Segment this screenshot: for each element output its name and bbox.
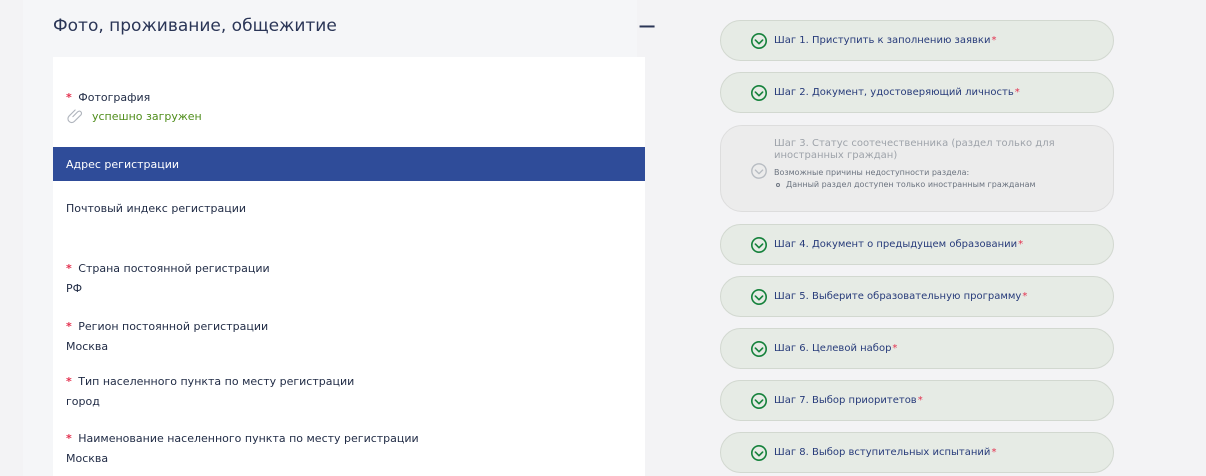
photo-field: * Фотография успешно загружен [66, 91, 202, 124]
check-circle-icon [750, 444, 768, 461]
step-2-label-row: Шаг 2. Документ, удостоверяющий личность… [774, 87, 1020, 99]
city-name-label: Наименование населенного пункта по месту… [78, 432, 419, 445]
region-field[interactable]: * Регион постоянной регистрации Москва [66, 320, 268, 354]
city-type-label: Тип населенного пункта по месту регистра… [78, 375, 355, 388]
step-6[interactable]: Шаг 6. Целевой набор* [720, 328, 1114, 369]
required-marker: * [1014, 86, 1020, 98]
check-circle-icon [751, 163, 767, 179]
step-8[interactable]: Шаг 8. Выбор вступительных испытаний* [720, 432, 1114, 473]
country-value: РФ [66, 282, 83, 295]
required-marker: * [66, 432, 72, 445]
photo-label: Фотография [78, 91, 151, 104]
photo-upload-success-text: успешно загружен [92, 109, 202, 123]
step-1-label-row: Шаг 1. Приступить к заполнению заявки* [774, 35, 996, 47]
registration-address-header: Адрес регистрации [53, 147, 645, 181]
check-circle-icon [750, 236, 768, 253]
region-label-row: * Регион постоянной регистрации [66, 320, 268, 334]
step-3-title-line-1: Шаг 3. Статус соотечественника (раздел т… [774, 138, 1055, 149]
section-title: Фото, проживание, общежитие [53, 16, 337, 36]
step-3-content: Шаг 3. Статус соотечественника (раздел т… [774, 138, 1055, 190]
step-4-label: Шаг 4. Документ о предыдущем образовании [774, 238, 1018, 250]
region-label: Регион постоянной регистрации [78, 320, 269, 333]
check-circle-icon [750, 340, 768, 357]
required-marker: * [66, 375, 72, 388]
city-name-value: Москва [66, 452, 109, 465]
step-3-title-line-2: иностранных граждан) [774, 150, 898, 161]
photo-label-row: * Фотография [66, 91, 150, 105]
step-2[interactable]: Шаг 2. Документ, удостоверяющий личность… [720, 72, 1114, 113]
step-6-label: Шаг 6. Целевой набор [774, 342, 892, 354]
check-circle-icon [750, 288, 768, 305]
required-marker: * [1022, 290, 1028, 302]
required-marker: * [66, 262, 72, 275]
step-8-label-row: Шаг 8. Выбор вступительных испытаний* [774, 447, 996, 459]
step-4[interactable]: Шаг 4. Документ о предыдущем образовании… [720, 224, 1114, 265]
step-3-reasons-title: Возможные причины недоступности раздела: [774, 168, 970, 177]
photo-upload-status[interactable]: успешно загружен [66, 107, 202, 125]
country-label: Страна постоянной регистрации [78, 262, 270, 275]
required-marker: * [991, 446, 997, 458]
collapse-section-button[interactable]: − [637, 14, 657, 38]
registration-form: * Фотография успешно загружен Адрес реги… [53, 57, 645, 476]
city-type-value: город [66, 395, 100, 408]
step-3-disabled: Шаг 3. Статус соотечественника (раздел т… [720, 125, 1114, 212]
postal-index-label: Почтовый индекс регистрации [66, 202, 246, 215]
step-3-disabled-reasons: Возможные причины недоступности раздела:… [774, 168, 1055, 190]
required-marker: * [66, 91, 72, 104]
step-1[interactable]: Шаг 1. Приступить к заполнению заявки* [720, 20, 1114, 61]
step-2-label: Шаг 2. Документ, удостоверяющий личность [774, 86, 1014, 98]
country-field[interactable]: * Страна постоянной регистрации РФ [66, 262, 270, 296]
postal-index-field[interactable]: Почтовый индекс регистрации [66, 202, 246, 216]
step-5-label: Шаг 5. Выберите образовательную программ… [774, 290, 1022, 302]
city-name-field[interactable]: * Наименование населенного пункта по мес… [66, 432, 419, 466]
step-5[interactable]: Шаг 5. Выберите образовательную программ… [720, 276, 1114, 317]
check-circle-icon [750, 84, 768, 101]
city-name-label-row: * Наименование населенного пункта по мес… [66, 432, 419, 446]
required-marker: * [917, 394, 923, 406]
step-7-label-row: Шаг 7. Выбор приоритетов* [774, 395, 923, 407]
step-3-reason-item: Данный раздел доступен только иностранны… [774, 180, 1055, 190]
required-marker: * [892, 342, 898, 354]
city-type-field[interactable]: * Тип населенного пункта по месту регист… [66, 375, 354, 409]
step-5-label-row: Шаг 5. Выберите образовательную программ… [774, 291, 1027, 303]
bullet-icon [776, 183, 780, 187]
step-7-label: Шаг 7. Выбор приоритетов [774, 394, 917, 406]
application-page: Фото, проживание, общежитие − * Фотограф… [0, 0, 1206, 476]
check-circle-icon [750, 32, 768, 49]
check-circle-icon [750, 392, 768, 409]
required-marker: * [1018, 238, 1024, 250]
photo-residence-section: Фото, проживание, общежитие − * Фотограф… [23, 0, 657, 476]
step-8-label: Шаг 8. Выбор вступительных испытаний [774, 446, 991, 458]
step-1-label: Шаг 1. Приступить к заполнению заявки [774, 34, 991, 46]
city-type-label-row: * Тип населенного пункта по месту регист… [66, 375, 354, 389]
step-3-reason-text: Данный раздел доступен только иностранны… [786, 180, 1036, 189]
step-7[interactable]: Шаг 7. Выбор приоритетов* [720, 380, 1114, 421]
country-label-row: * Страна постоянной регистрации [66, 262, 270, 276]
paperclip-icon [67, 109, 83, 124]
required-marker: * [991, 34, 997, 46]
step-4-label-row: Шаг 4. Документ о предыдущем образовании… [774, 239, 1023, 251]
required-marker: * [66, 320, 72, 333]
region-value: Москва [66, 340, 109, 353]
step-6-label-row: Шаг 6. Целевой набор* [774, 343, 897, 355]
